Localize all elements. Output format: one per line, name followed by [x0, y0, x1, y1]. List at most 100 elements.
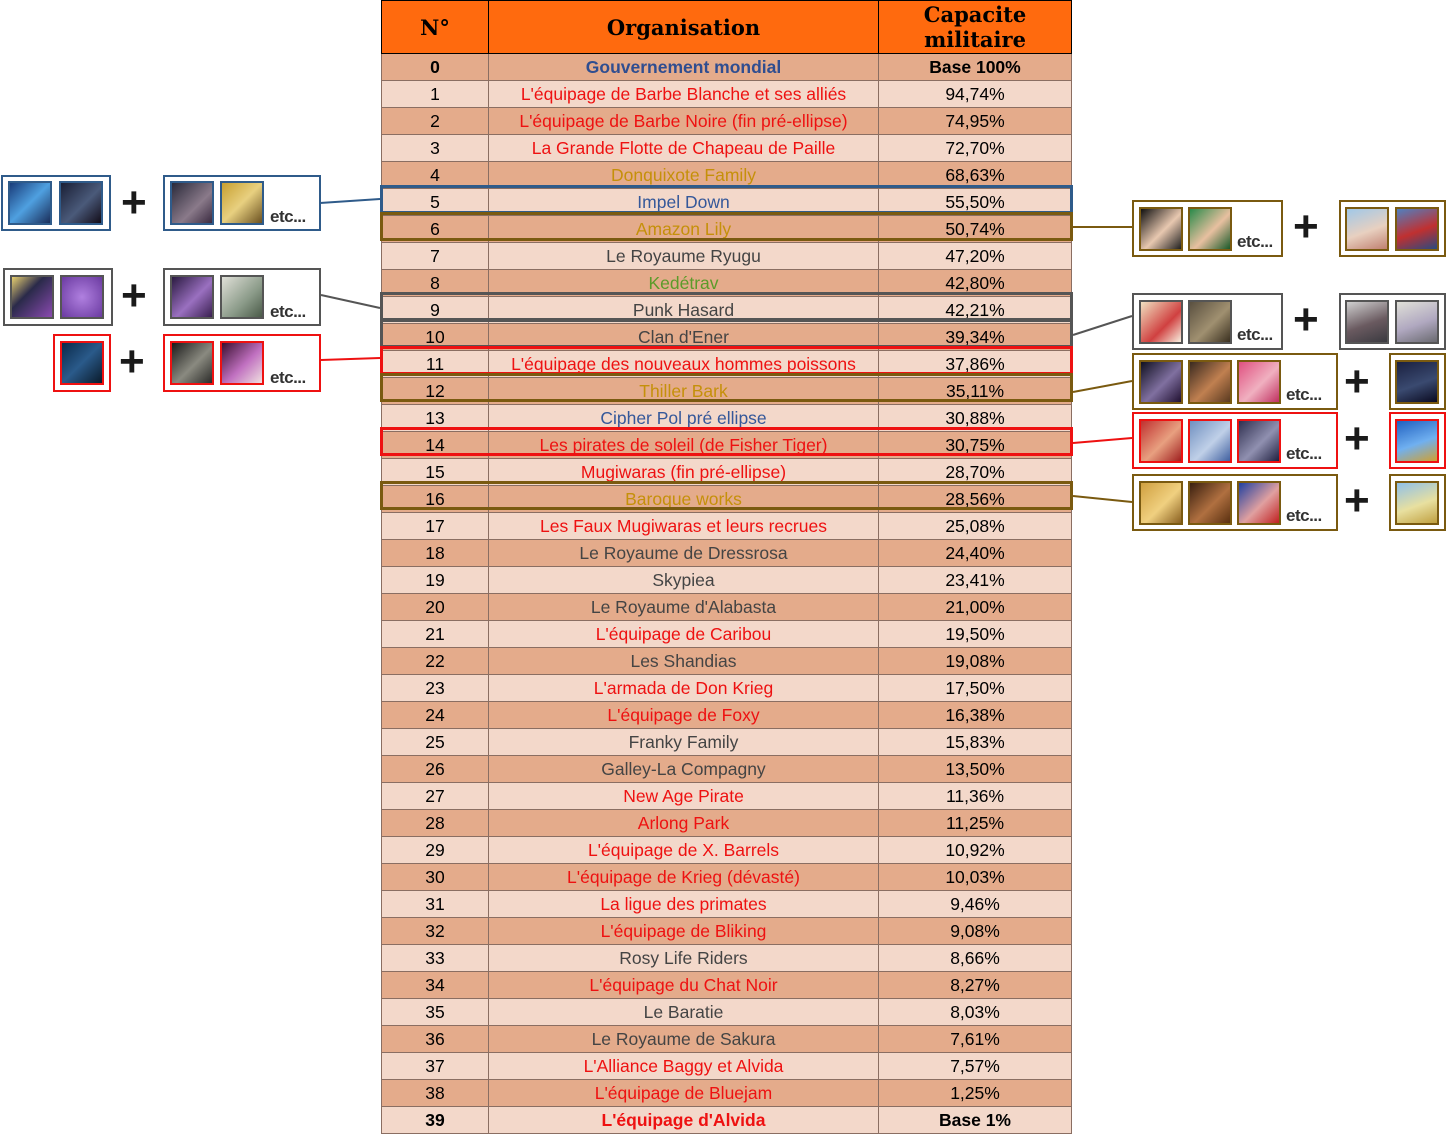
row-military-capacity: 9,08%	[878, 917, 1072, 945]
table-row: 3 La Grande Flotte de Chapeau de Paille 72…	[381, 134, 1072, 162]
place-thumbnail-icon	[10, 275, 54, 319]
table-row: 39 L'équipage d'Alvida Base 1%	[381, 1106, 1072, 1134]
row-number: 7	[381, 242, 489, 270]
row-organisation: Franky Family	[488, 728, 879, 756]
row-organisation: L'équipage de X. Barrels	[488, 836, 879, 864]
row-organisation: Le Royaume de Sakura	[488, 1025, 879, 1053]
row-number: 21	[381, 620, 489, 648]
row-number: 22	[381, 647, 489, 675]
row-organisation: Les Faux Mugiwaras et leurs recrues	[488, 512, 879, 540]
table-row: 29 L'équipage de X. Barrels 10,92%	[381, 836, 1072, 864]
row-organisation: Galley-La Compagny	[488, 755, 879, 783]
ship-thumbnail-icon	[1395, 360, 1439, 404]
row-military-capacity: 94,74%	[878, 80, 1072, 108]
etc-label: etc...	[270, 302, 306, 321]
plus-sign: +	[121, 178, 147, 227]
etc-label: etc...	[1237, 232, 1273, 251]
icon-group-amazon-lily-places	[1339, 200, 1446, 257]
row-number: 33	[381, 944, 489, 972]
character-portrait-icon	[1188, 300, 1232, 344]
table-row: 19 Skypiea 23,41%	[381, 566, 1072, 594]
row-organisation: La Grande Flotte de Chapeau de Paille	[488, 134, 879, 162]
row-military-capacity: 21,00%	[878, 593, 1072, 621]
header-military-capacity: Capacite militaire	[878, 0, 1072, 54]
row-military-capacity: 74,95%	[878, 107, 1072, 135]
table-row: 1 L'équipage de Barbe Blanche et ses alli…	[381, 80, 1072, 108]
row-military-capacity: 8,27%	[878, 971, 1072, 999]
highlight-row-9	[380, 292, 1073, 321]
row-military-capacity: 15,83%	[878, 728, 1072, 756]
etc-label: etc...	[1286, 506, 1322, 525]
place-thumbnail-icon	[59, 181, 103, 225]
table-row: 2 L'équipage de Barbe Noire (fin pré-elli…	[381, 107, 1072, 135]
place-thumbnail-icon	[8, 181, 52, 225]
character-portrait-icon	[1139, 360, 1183, 404]
icon-group-thriller-bark-places	[1389, 353, 1446, 410]
row-organisation: New Age Pirate	[488, 782, 879, 810]
row-organisation: L'équipage du Chat Noir	[488, 971, 879, 999]
row-military-capacity: 47,20%	[878, 242, 1072, 270]
icon-group-amazon-lily-characters: etc...	[1132, 200, 1283, 257]
character-portrait-icon	[1188, 481, 1232, 525]
plus-sign: +	[1344, 357, 1370, 406]
ship-thumbnail-icon	[1395, 207, 1439, 251]
row-number: 0	[381, 53, 489, 81]
row-organisation: L'armada de Don Krieg	[488, 674, 879, 702]
row-military-capacity: 11,36%	[878, 782, 1072, 810]
row-military-capacity: 13,50%	[878, 755, 1072, 783]
row-number: 39	[381, 1106, 489, 1134]
icon-group-punk-hasard-characters: etc...	[163, 268, 321, 326]
table-row: 35 Le Baratie 8,03%	[381, 998, 1072, 1026]
row-number: 31	[381, 890, 489, 918]
table-row: 7 Le Royaume Ryugu 47,20%	[381, 242, 1072, 270]
plus-sign: +	[1344, 476, 1370, 525]
character-portrait-icon	[1188, 207, 1232, 251]
table-row: 38 L'équipage de Bluejam 1,25%	[381, 1079, 1072, 1107]
table-row: 18 Le Royaume de Dressrosa 24,40%	[381, 539, 1072, 567]
row-number: 28	[381, 809, 489, 837]
etc-label: etc...	[1286, 385, 1322, 404]
row-organisation: Gouvernement mondial	[488, 53, 879, 81]
row-organisation: L'équipage de Barbe Noire (fin pré-ellip…	[488, 107, 879, 135]
row-military-capacity: 7,57%	[878, 1052, 1072, 1080]
etc-label: etc...	[1286, 444, 1322, 463]
row-organisation: Le Royaume de Dressrosa	[488, 539, 879, 567]
header-organisation: Organisation	[488, 0, 879, 54]
place-thumbnail-icon	[1345, 300, 1389, 344]
row-organisation: L'équipage de Bluejam	[488, 1079, 879, 1107]
character-portrait-icon	[170, 181, 214, 225]
table-header-row: N° Organisation Capacite militaire	[381, 0, 1072, 54]
highlight-row-14	[380, 427, 1073, 456]
row-military-capacity: 8,66%	[878, 944, 1072, 972]
highlight-row-12	[380, 373, 1073, 402]
row-organisation: Le Royaume Ryugu	[488, 242, 879, 270]
row-military-capacity: Base 1%	[878, 1106, 1072, 1134]
header-number: N°	[381, 0, 489, 54]
row-organisation: Les Shandias	[488, 647, 879, 675]
row-number: 25	[381, 728, 489, 756]
row-organisation: Le Baratie	[488, 998, 879, 1026]
table-row: 26 Galley-La Compagny 13,50%	[381, 755, 1072, 783]
row-organisation: L'équipage de Foxy	[488, 701, 879, 729]
row-number: 32	[381, 917, 489, 945]
row-organisation: L'équipage de Barbe Blanche et ses allié…	[488, 80, 879, 108]
row-organisation: L'Alliance Baggy et Alvida	[488, 1052, 879, 1080]
character-portrait-icon	[220, 181, 264, 225]
row-number: 35	[381, 998, 489, 1026]
character-portrait-icon	[1188, 419, 1232, 463]
row-military-capacity: Base 100%	[878, 53, 1072, 81]
highlight-row-6	[380, 212, 1073, 241]
place-thumbnail-icon	[1345, 207, 1389, 251]
row-military-capacity: 24,40%	[878, 539, 1072, 567]
character-portrait-icon	[1237, 419, 1281, 463]
table-row: 36 Le Royaume de Sakura 7,61%	[381, 1025, 1072, 1053]
icon-group-baroque-works-characters: etc...	[1132, 474, 1338, 531]
icon-group-thriller-bark-characters: etc...	[1132, 353, 1338, 410]
plus-sign: +	[1293, 295, 1319, 344]
row-number: 27	[381, 782, 489, 810]
row-number: 18	[381, 539, 489, 567]
table-row: 28 Arlong Park 11,25%	[381, 809, 1072, 837]
row-military-capacity: 23,41%	[878, 566, 1072, 594]
icon-group-impel-down-characters: etc...	[163, 175, 321, 231]
row-military-capacity: 17,50%	[878, 674, 1072, 702]
